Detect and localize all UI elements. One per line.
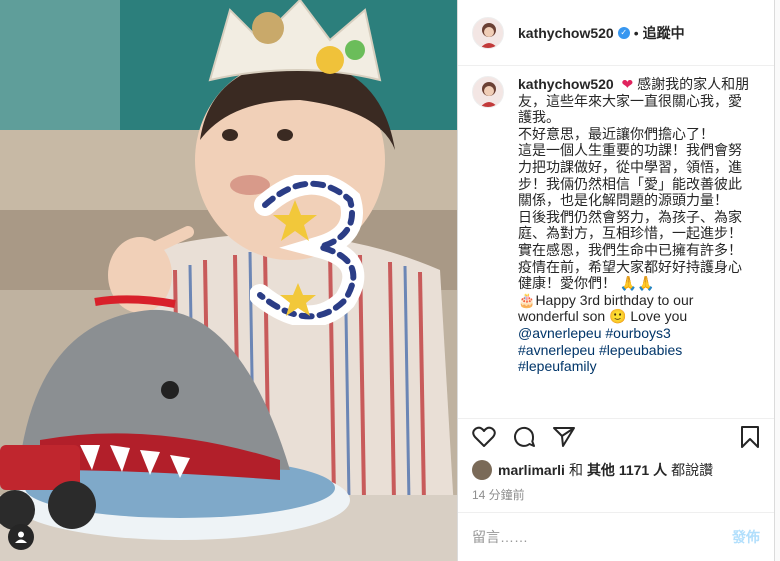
hashtag-link[interactable]: #ourboys3 xyxy=(605,325,670,341)
post-timestamp[interactable]: 14 分鐘前 xyxy=(472,486,525,503)
share-icon[interactable] xyxy=(552,426,576,453)
photo-illustration xyxy=(0,0,457,561)
separator-dot: • xyxy=(633,24,639,41)
pray-emoji: 🙏🙏 xyxy=(619,275,655,292)
caption: kathychow520 ❤ 感謝我的家人和朋友，這些年來大家一直很關心我，愛護… xyxy=(472,76,764,421)
action-bar xyxy=(472,425,760,454)
comment-icon[interactable] xyxy=(512,425,536,454)
likes-suffix: 都說讚 xyxy=(671,462,714,478)
avatar[interactable] xyxy=(472,16,504,49)
post-side-panel: kathychow520 ✓ • 追蹤中 kathychow520 ❤ 感謝我的… xyxy=(457,0,775,561)
red-heart-emoji: ❤ xyxy=(617,76,638,92)
mention-link[interactable]: @avnerlepeu xyxy=(518,325,602,341)
liker-avatar[interactable] xyxy=(472,460,492,480)
bookmark-icon[interactable] xyxy=(740,425,760,454)
smile-emoji: 🙂 xyxy=(609,308,627,325)
heart-icon[interactable] xyxy=(472,426,496,453)
user-tag-icon[interactable] xyxy=(8,524,34,550)
caption-text: kathychow520 ❤ 感謝我的家人和朋友，這些年來大家一直很關心我，愛護… xyxy=(518,76,754,375)
hashtag-link[interactable]: #lepeufamily xyxy=(518,358,597,374)
verified-badge-icon: ✓ xyxy=(617,26,630,39)
likes-summary: marlimarli 和 其他 1171 人 都說讚 xyxy=(472,460,764,480)
liker-username[interactable]: marlimarli xyxy=(498,462,565,478)
post-header: kathychow520 ✓ • 追蹤中 xyxy=(458,0,774,66)
cake-emoji: 🎂 xyxy=(518,291,536,308)
header-username[interactable]: kathychow520 xyxy=(518,25,614,41)
post-photo[interactable] xyxy=(0,0,457,561)
divider xyxy=(458,418,774,419)
love-text: Love you xyxy=(630,308,688,325)
post-comment-button[interactable]: 發佈 xyxy=(732,527,760,547)
hashtag-link[interactable]: #avnerlepeu xyxy=(518,342,595,358)
caption-username[interactable]: kathychow520 xyxy=(518,76,614,92)
caption-line-2: 不好意思，最近讓你們擔心了！ xyxy=(518,125,714,142)
number-three-sticker xyxy=(250,175,365,325)
likes-conj: 和 xyxy=(568,462,583,478)
following-button[interactable]: 追蹤中 xyxy=(643,23,685,43)
comment-input[interactable] xyxy=(472,529,732,545)
caption-line-4: 日後我們仍然會努力，為孩子、為家庭、為對方，互相珍惜，一起進步！ xyxy=(518,208,742,242)
caption-line-3: 這是一個人生重要的功課！我們會努力把功課做好，從中學習，領悟，進步！我倆仍然相信… xyxy=(518,142,742,209)
hashtag-link[interactable]: #lepeubabies xyxy=(599,342,682,358)
likes-others[interactable]: 其他 1171 人 xyxy=(587,460,667,480)
comment-box: 發佈 xyxy=(458,512,774,561)
caption-avatar[interactable] xyxy=(472,76,504,108)
